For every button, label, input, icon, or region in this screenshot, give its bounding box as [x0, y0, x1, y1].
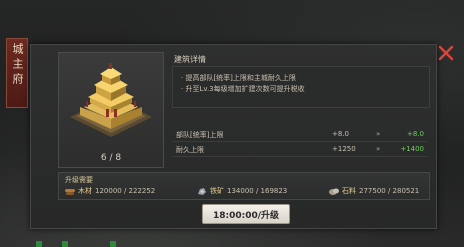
- wood-icon: [65, 189, 75, 195]
- stat-row-command-cap: 部队[统率]上限 +8.0 » +8.0: [172, 128, 428, 142]
- stat-current: +1250: [332, 145, 356, 153]
- arrow-icon: »: [376, 130, 381, 138]
- close-icon[interactable]: [437, 44, 455, 62]
- building-portrait: 6 / 8: [58, 52, 164, 168]
- resource-name: 铁矿: [210, 187, 224, 195]
- resource-iron: 铁矿 134000 / 169823: [197, 186, 287, 196]
- description-line: · 升至Lv.3每级增加扩建次数可提升税收: [181, 85, 305, 93]
- building-details: 建筑详情 · 提高部队[统率]上限和主城耐久上限 · 升至Lv.3每级增加扩建次…: [170, 52, 430, 166]
- stat-row-durability: 耐久上限 +1250 » +1400: [172, 143, 428, 157]
- resource-amount: 134000 / 169823: [227, 187, 288, 195]
- resource-stone: 石料 277500 / 280521: [329, 186, 419, 196]
- side-tab-label: 城主府: [11, 43, 24, 88]
- iron-icon: [198, 188, 206, 195]
- side-tab-city-hall[interactable]: 城主府: [6, 38, 28, 108]
- description-line: · 提高部队[统率]上限和主城耐久上限: [181, 74, 296, 82]
- stat-name: 部队[统率]上限: [176, 131, 224, 139]
- stone-icon: [329, 188, 339, 195]
- resource-name: 木材: [78, 187, 92, 195]
- palace-building-image: [70, 63, 152, 137]
- stat-current: +8.0: [332, 130, 349, 138]
- upgrade-title: 升级需要: [65, 176, 93, 184]
- stat-next: +8.0: [407, 130, 424, 138]
- upgrade-requirements: 升级需要 木材 120000 / 222252 铁矿 134000 / 1698…: [58, 172, 430, 200]
- resource-name: 石料: [342, 187, 356, 195]
- description-box: · 提高部队[统率]上限和主城耐久上限 · 升至Lv.3每级增加扩建次数可提升税…: [172, 66, 430, 108]
- details-title: 建筑详情: [174, 55, 206, 64]
- resource-amount: 120000 / 222252: [95, 187, 156, 195]
- upgrade-button[interactable]: 18:00:00/升级: [202, 204, 290, 224]
- stat-name: 耐久上限: [176, 146, 204, 154]
- stat-next: +1400: [400, 145, 424, 153]
- bottom-decoration: [36, 241, 116, 247]
- building-level: 6 / 8: [100, 153, 122, 163]
- resource-amount: 277500 / 280521: [359, 187, 420, 195]
- arrow-icon: »: [376, 145, 381, 153]
- resource-wood: 木材 120000 / 222252: [65, 186, 155, 196]
